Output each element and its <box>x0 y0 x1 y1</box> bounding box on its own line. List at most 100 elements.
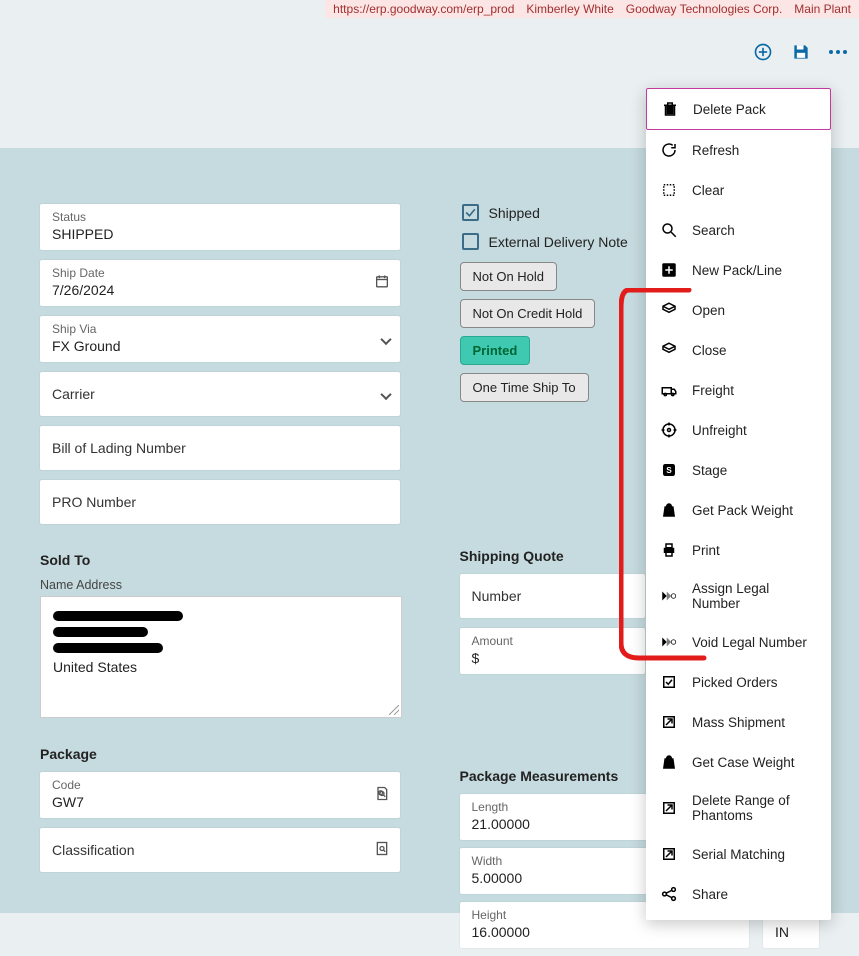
new-pack-line-icon <box>660 261 678 279</box>
package-code-value: GW7 <box>52 794 388 810</box>
classification-label: Classification <box>52 842 388 858</box>
menu-item-unfreight[interactable]: Unfreight <box>646 410 831 450</box>
menu-item-label: Clear <box>692 183 724 198</box>
menu-item-label: Print <box>692 543 720 558</box>
height-value: 16.00000 <box>472 924 738 940</box>
menu-item-delete-pack[interactable]: Delete Pack <box>646 88 831 130</box>
menu-item-open[interactable]: Open <box>646 290 831 330</box>
print-icon <box>660 541 678 559</box>
menu-item-label: Delete Pack <box>693 102 766 117</box>
clear-icon <box>660 181 678 199</box>
quote-amount-value: $ <box>472 650 633 666</box>
serial-matching-icon <box>660 845 678 863</box>
menu-item-stage[interactable]: S Stage <box>646 450 831 490</box>
menu-item-label: Stage <box>692 463 727 478</box>
assign-legal-number-icon <box>660 587 678 605</box>
share-icon <box>660 885 678 903</box>
ship-via-value: FX Ground <box>52 338 388 354</box>
sold-to-country: United States <box>53 659 389 675</box>
menu-item-clear[interactable]: Clear <box>646 170 831 210</box>
void-legal-number-icon <box>660 633 678 651</box>
lookup-icon[interactable] <box>374 841 390 860</box>
svg-text:S: S <box>666 466 672 475</box>
picked-orders-icon <box>660 673 678 691</box>
menu-item-picked-orders[interactable]: Picked Orders <box>646 662 831 702</box>
status-value: SHIPPED <box>52 226 388 242</box>
checkbox-checked-icon[interactable] <box>462 204 479 221</box>
menu-item-label: Get Pack Weight <box>692 503 793 518</box>
ship-via-field[interactable]: Ship Via FX Ground <box>40 316 400 362</box>
menu-item-get-pack-weight[interactable]: Get Pack Weight <box>646 490 831 530</box>
open-icon <box>660 301 678 319</box>
menu-item-label: Share <box>692 887 728 902</box>
menu-item-share[interactable]: Share <box>646 874 831 914</box>
package-code-label: Code <box>52 778 388 792</box>
ship-date-label: Ship Date <box>52 266 388 280</box>
unfreight-icon <box>660 421 678 439</box>
delete-range-phantoms-icon <box>660 799 678 817</box>
search-icon <box>660 221 678 239</box>
menu-item-label: Freight <box>692 383 734 398</box>
menu-item-assign-legal-number[interactable]: Assign Legal Number <box>646 570 831 622</box>
menu-item-refresh[interactable]: Refresh <box>646 130 831 170</box>
classification-field[interactable]: Classification <box>40 828 400 872</box>
chevron-down-icon <box>382 332 390 347</box>
ship-date-value: 7/26/2024 <box>52 282 388 298</box>
menu-item-close[interactable]: Close <box>646 330 831 370</box>
chevron-down-icon <box>382 387 390 402</box>
checkbox-empty-icon[interactable] <box>462 233 479 250</box>
pro-field[interactable]: PRO Number <box>40 480 400 524</box>
ship-date-field[interactable]: Ship Date 7/26/2024 <box>40 260 400 306</box>
package-code-field[interactable]: Code GW7 <box>40 772 400 818</box>
menu-item-print[interactable]: Print <box>646 530 831 570</box>
menu-item-serial-matching[interactable]: Serial Matching <box>646 834 831 874</box>
context-user: Kimberley White <box>526 2 613 16</box>
shipped-label: Shipped <box>489 205 540 221</box>
uom-value: IN <box>775 924 807 940</box>
menu-item-label: Search <box>692 223 735 238</box>
status-field: Status SHIPPED <box>40 204 400 250</box>
get-pack-weight-icon <box>660 501 678 519</box>
pill-not-on-hold[interactable]: Not On Hold <box>460 262 558 291</box>
lookup-icon[interactable] <box>374 786 390 805</box>
refresh-icon <box>660 141 678 159</box>
menu-item-search[interactable]: Search <box>646 210 831 250</box>
menu-item-void-legal-number[interactable]: Void Legal Number <box>646 622 831 662</box>
menu-item-label: Void Legal Number <box>692 635 807 650</box>
stage-icon: S <box>660 461 678 479</box>
quote-number-label: Number <box>472 588 633 604</box>
bol-field[interactable]: Bill of Lading Number <box>40 426 400 470</box>
close-icon <box>660 341 678 359</box>
quote-amount-field[interactable]: Amount $ <box>460 628 645 674</box>
freight-icon <box>660 381 678 399</box>
save-icon[interactable] <box>791 42 811 62</box>
get-case-weight-icon <box>660 753 678 771</box>
menu-item-label: Delete Range of Phantoms <box>692 793 817 823</box>
menu-item-label: Get Case Weight <box>692 755 795 770</box>
context-plant: Main Plant <box>794 2 851 16</box>
toolbar <box>753 42 847 62</box>
menu-item-get-case-weight[interactable]: Get Case Weight <box>646 742 831 782</box>
overflow-menu-icon[interactable] <box>829 50 847 54</box>
quote-number-field[interactable]: Number <box>460 574 645 618</box>
pill-printed[interactable]: Printed <box>460 336 531 365</box>
carrier-field[interactable]: Carrier <box>40 372 400 416</box>
add-icon[interactable] <box>753 42 773 62</box>
menu-item-mass-shipment[interactable]: Mass Shipment <box>646 702 831 742</box>
menu-item-label: Mass Shipment <box>692 715 785 730</box>
calendar-icon[interactable] <box>374 274 390 293</box>
overflow-menu: Delete Pack Refresh Clear Search New Pack/Li… <box>646 88 831 920</box>
menu-item-label: Unfreight <box>692 423 747 438</box>
menu-item-label: Serial Matching <box>692 847 785 862</box>
sold-to-title: Sold To <box>40 552 400 568</box>
sold-to-address[interactable]: United States <box>40 596 402 718</box>
menu-item-freight[interactable]: Freight <box>646 370 831 410</box>
context-bar: https://erp.goodway.com/erp_prod Kimberl… <box>325 0 859 18</box>
menu-item-label: Assign Legal Number <box>692 581 817 611</box>
menu-item-delete-range-phantoms[interactable]: Delete Range of Phantoms <box>646 782 831 834</box>
sold-to-subtitle: Name Address <box>40 578 400 592</box>
menu-item-new-pack-line[interactable]: New Pack/Line <box>646 250 831 290</box>
menu-item-label: Open <box>692 303 725 318</box>
pill-one-time-ship-to[interactable]: One Time Ship To <box>460 373 589 402</box>
pill-not-on-credit-hold[interactable]: Not On Credit Hold <box>460 299 596 328</box>
